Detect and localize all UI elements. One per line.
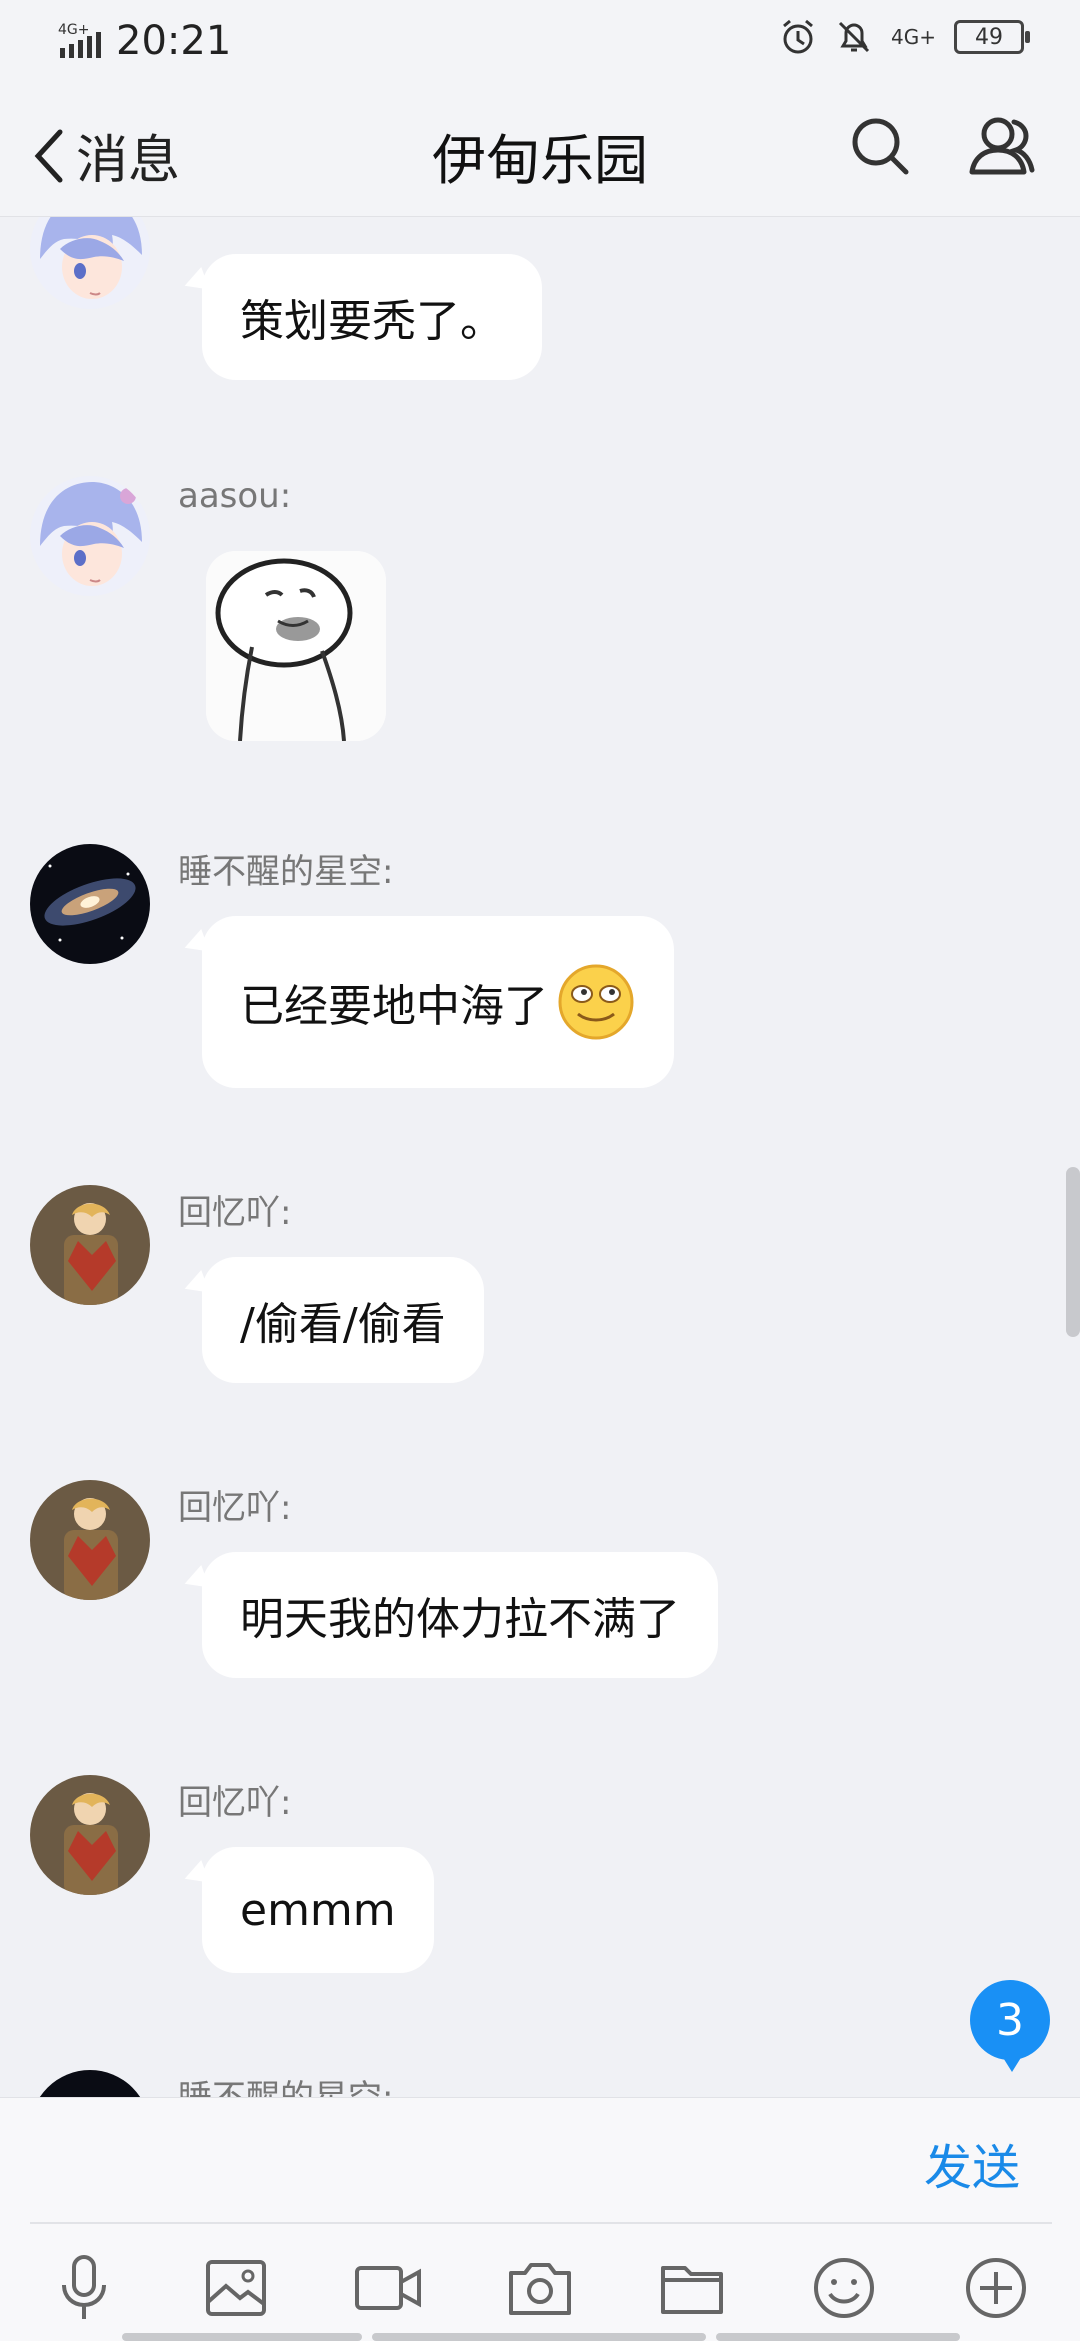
chevron-left-icon bbox=[34, 129, 63, 182]
meme-sticker-icon bbox=[206, 551, 386, 741]
avatar-image bbox=[30, 1480, 150, 1600]
sender-name: 睡不醒的星空: bbox=[178, 852, 394, 892]
message-input[interactable] bbox=[30, 2116, 894, 2208]
image-icon[interactable] bbox=[196, 2248, 276, 2328]
send-button[interactable]: 发送 bbox=[924, 2128, 1020, 2198]
mute-bell-icon bbox=[838, 21, 870, 53]
message-bubble[interactable]: 策划要秃了。 bbox=[202, 254, 542, 380]
avatar[interactable] bbox=[30, 217, 150, 309]
mic-icon[interactable] bbox=[44, 2248, 124, 2328]
avatar-image bbox=[30, 1775, 150, 1895]
avatar-image bbox=[30, 476, 150, 596]
group-members-icon[interactable] bbox=[968, 114, 1038, 178]
status-bar: 4G+ 20:21 4G+ 49 bbox=[0, 0, 1080, 84]
unread-count: 3 bbox=[996, 1994, 1024, 2046]
search-icon[interactable] bbox=[848, 114, 912, 178]
message-bubble[interactable]: emmm bbox=[202, 1847, 434, 1973]
input-area: 发送 bbox=[0, 2097, 1080, 2341]
sender-name: 回忆吖: bbox=[178, 1783, 292, 1823]
message-bubble[interactable]: /偷看/偷看 bbox=[202, 1257, 484, 1383]
svg-text:4G+: 4G+ bbox=[58, 22, 90, 38]
avatar[interactable] bbox=[30, 1185, 150, 1305]
message-text: 明天我的体力拉不满了 bbox=[240, 1594, 680, 1645]
avatar[interactable] bbox=[30, 2070, 150, 2097]
sender-name: 回忆吖: bbox=[178, 1193, 292, 1233]
avatar-image bbox=[30, 844, 150, 964]
network-type-label: 4G+ bbox=[891, 25, 936, 49]
avatar-image bbox=[30, 1185, 150, 1305]
signal-icon: 4G+ bbox=[58, 22, 101, 58]
camera-icon[interactable] bbox=[500, 2248, 580, 2328]
emoji-icon[interactable] bbox=[804, 2248, 884, 2328]
nav-bar: 伊甸乐园 消息 bbox=[0, 84, 1080, 217]
video-icon[interactable] bbox=[348, 2248, 428, 2328]
clock: 20:21 bbox=[116, 18, 232, 64]
sender-name: aasou: bbox=[178, 476, 292, 516]
unread-count-badge[interactable]: 3 bbox=[970, 1980, 1050, 2072]
message-bubble[interactable]: 明天我的体力拉不满了 bbox=[202, 1552, 718, 1678]
sender-name: 回忆吖: bbox=[178, 1488, 292, 1528]
avatar[interactable] bbox=[30, 476, 150, 596]
message-text: 策划要秃了。 bbox=[240, 296, 504, 347]
battery-icon: 49 bbox=[954, 20, 1030, 54]
sticker-image[interactable] bbox=[206, 551, 386, 741]
folder-icon[interactable] bbox=[652, 2248, 732, 2328]
scrollbar[interactable] bbox=[1066, 1167, 1080, 1337]
sender-name: 睡不醒的星空: bbox=[178, 2070, 393, 2097]
divider bbox=[30, 2222, 1052, 2224]
message-text: /偷看/偷看 bbox=[240, 1299, 446, 1350]
input-toolbar bbox=[0, 2238, 1080, 2338]
chat-list[interactable]: 策划要秃了。 aasou: 睡不醒的星空: 已经要地中海了 回忆吖: /偷看/偷… bbox=[0, 217, 1080, 2097]
message-text: 已经要地中海了 bbox=[240, 981, 548, 1032]
avatar-image bbox=[30, 2070, 150, 2097]
back-label: 消息 bbox=[76, 131, 181, 191]
avatar[interactable] bbox=[30, 1480, 150, 1600]
message-text: emmm bbox=[240, 1884, 396, 1936]
battery-level: 49 bbox=[975, 24, 1003, 50]
smirk-emoji-icon bbox=[558, 964, 634, 1040]
message-bubble[interactable]: 已经要地中海了 bbox=[202, 916, 674, 1088]
plus-icon[interactable] bbox=[956, 2248, 1036, 2328]
back-button[interactable]: 消息 bbox=[30, 118, 180, 193]
avatar-image bbox=[30, 217, 150, 309]
avatar[interactable] bbox=[30, 1775, 150, 1895]
alarm-icon bbox=[783, 19, 813, 54]
avatar[interactable] bbox=[30, 844, 150, 964]
